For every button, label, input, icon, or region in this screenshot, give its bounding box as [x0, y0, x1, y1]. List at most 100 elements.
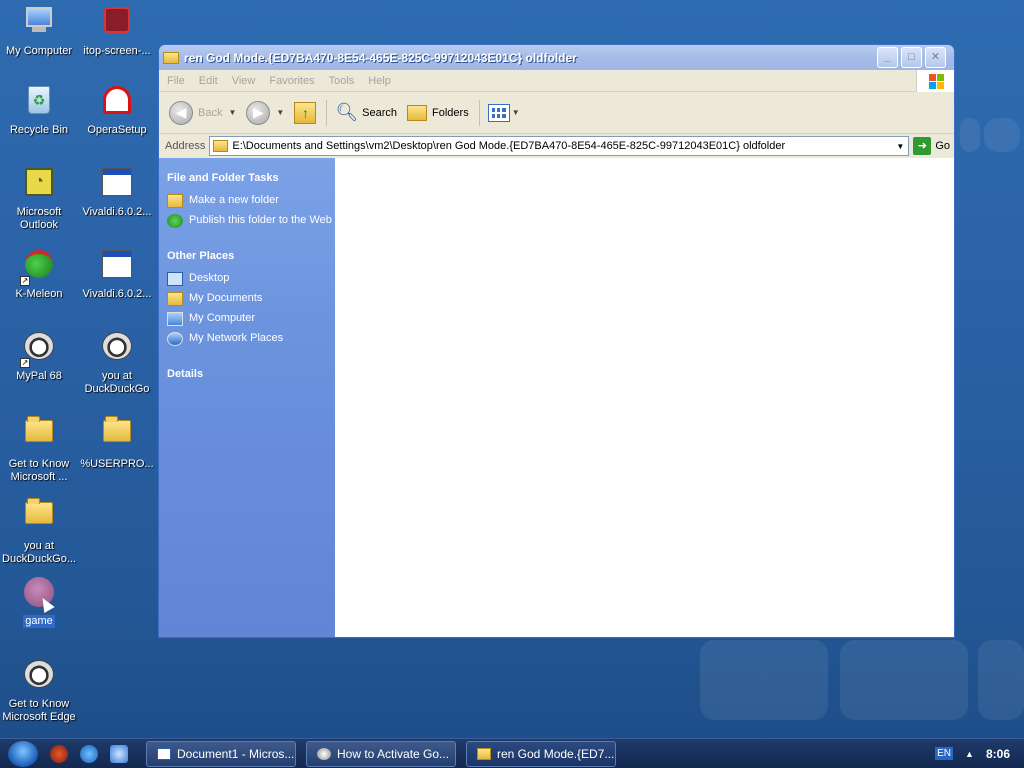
desktop-icon-label: Recycle Bin: [9, 124, 69, 136]
raccoon-icon: [22, 660, 56, 694]
word-document-icon: [157, 747, 171, 760]
window-content: File and Folder Tasks Make a new folder …: [159, 158, 954, 637]
desktop-icon-microsoft-outlook[interactable]: ◔ Microsoft Outlook: [0, 166, 78, 232]
desktop-icon-label: Vivaldi.6.0.2...: [82, 288, 152, 300]
menu-bar: File Edit View Favorites Tools Help: [159, 70, 954, 92]
address-input[interactable]: E:\Documents and Settings\vm2\Desktop\re…: [209, 136, 910, 156]
desktop-icon-label: MyPal 68: [16, 370, 62, 382]
recycle-bin-icon: ♻: [22, 86, 56, 120]
task-make-new-folder[interactable]: Make a new folder: [167, 194, 335, 208]
up-arrow-icon: ↑: [294, 101, 317, 124]
desktop-icon-label: itop-screen-...: [83, 45, 151, 57]
close-button[interactable]: ✕: [925, 47, 946, 68]
section-title[interactable]: Other Places: [167, 250, 335, 262]
menu-tools[interactable]: Tools: [329, 75, 355, 87]
task-label: Make a new folder: [189, 194, 279, 206]
folders-button[interactable]: Folders: [407, 104, 469, 121]
desktop-icon-label: OperaSetup: [87, 124, 147, 136]
search-button[interactable]: 🔍︎ Search: [335, 102, 397, 123]
computer-icon: [167, 312, 183, 326]
folders-label: Folders: [432, 106, 469, 119]
section-title[interactable]: Details: [167, 368, 335, 380]
chevron-down-icon[interactable]: ▼: [228, 108, 236, 117]
folder-icon: [100, 416, 134, 454]
chevron-down-icon[interactable]: ▼: [892, 142, 908, 151]
publish-web-icon: [167, 214, 183, 228]
documents-icon: [167, 292, 183, 306]
task-pane: File and Folder Tasks Make a new folder …: [159, 158, 335, 637]
internet-explorer-icon[interactable]: [80, 744, 98, 763]
explorer-window: ren God Mode.{ED7BA470-8E54-465E-825C-99…: [158, 44, 955, 638]
chevron-up-icon[interactable]: ▲: [965, 749, 974, 759]
maximize-button[interactable]: □: [901, 47, 922, 68]
task-label: ren God Mode.{ED7...: [497, 746, 615, 761]
taskbar-task-how-to-activate[interactable]: How to Activate Go...: [306, 740, 456, 767]
system-tray: EN ▲ 8:06: [935, 747, 1024, 761]
forward-button[interactable]: ▶ ▼: [246, 100, 284, 125]
place-label: My Network Places: [189, 332, 284, 344]
desktop-icon-vivaldi-1[interactable]: Vivaldi.6.0.2...: [78, 166, 156, 219]
title-bar[interactable]: ren God Mode.{ED7BA470-8E54-465E-825C-99…: [159, 45, 954, 70]
desktop-icon-you-at-duckduckgo-folder[interactable]: you at DuckDuckGo...: [0, 494, 78, 566]
minimize-button[interactable]: _: [877, 47, 898, 68]
chevron-down-icon[interactable]: ▼: [512, 108, 520, 117]
desktop-icon-label: Microsoft Outlook: [16, 206, 62, 231]
desktop-icon-label: Vivaldi.6.0.2...: [82, 206, 152, 218]
place-label: My Computer: [189, 312, 256, 324]
language-indicator[interactable]: EN: [935, 747, 954, 760]
go-arrow-icon: ➜: [913, 137, 932, 155]
views-button[interactable]: ▼: [487, 103, 520, 122]
desktop-icon-label: you at DuckDuckGo...: [2, 540, 76, 565]
start-button[interactable]: [8, 740, 38, 767]
desktop-icon-itop-screen[interactable]: itop-screen-...: [78, 4, 156, 58]
background-tile: [840, 640, 968, 720]
desktop-icon-label: you at DuckDuckGo: [84, 370, 150, 395]
desktop-icon-recycle-bin[interactable]: ♻ Recycle Bin: [0, 84, 78, 137]
desktop-icon-you-at-duckduckgo[interactable]: you at DuckDuckGo: [78, 330, 156, 396]
desktop-icon-get-to-know-microsoft[interactable]: Get to Know Microsoft ...: [0, 412, 78, 484]
section-title[interactable]: File and Folder Tasks: [167, 172, 335, 184]
menu-file[interactable]: File: [167, 75, 185, 87]
desktop-icon-userprofile[interactable]: %USERPRO...: [78, 412, 156, 471]
folder-icon: [163, 51, 179, 64]
place-my-network-places[interactable]: My Network Places: [167, 332, 335, 346]
file-list-area[interactable]: [335, 158, 954, 637]
search-icon: 🔍︎: [335, 102, 359, 122]
place-my-documents[interactable]: My Documents: [167, 292, 335, 306]
task-publish-folder[interactable]: Publish this folder to the Web: [167, 214, 335, 228]
desktop-icon-k-meleon[interactable]: ↗ K-Meleon: [0, 248, 78, 301]
k-meleon-icon: ↗: [20, 250, 56, 286]
back-button[interactable]: ◀ Back ▼: [169, 100, 236, 125]
taskbar-task-explorer[interactable]: ren God Mode.{ED7...: [466, 740, 616, 767]
menu-help[interactable]: Help: [368, 75, 391, 87]
task-label: Document1 - Micros...: [177, 746, 295, 761]
go-button[interactable]: ➜ Go: [913, 137, 950, 155]
toolbar-separator: [326, 99, 328, 126]
desktop-icon-opera-setup[interactable]: OperaSetup: [78, 84, 156, 137]
settings-icon[interactable]: [110, 744, 128, 763]
background-tile: [700, 640, 828, 720]
chevron-down-icon[interactable]: ▼: [276, 108, 284, 117]
network-icon: [167, 332, 183, 346]
desktop-icon-label: K-Meleon: [15, 288, 63, 300]
desktop-icon-mypal[interactable]: ↗ MyPal 68: [0, 330, 78, 383]
place-my-computer[interactable]: My Computer: [167, 312, 335, 326]
menu-view[interactable]: View: [232, 75, 256, 87]
menu-favorites[interactable]: Favorites: [269, 75, 314, 87]
clock[interactable]: 8:06: [986, 747, 1010, 761]
up-folder-button[interactable]: ↑: [294, 101, 317, 124]
desktop-icon-my-computer[interactable]: My Computer: [0, 4, 78, 58]
taskbar-task-document1[interactable]: Document1 - Micros...: [146, 740, 296, 767]
computer-icon: [22, 7, 56, 41]
place-desktop[interactable]: Desktop: [167, 272, 335, 286]
window-title: ren God Mode.{ED7BA470-8E54-465E-825C-99…: [184, 50, 577, 65]
back-arrow-icon: ◀: [169, 100, 193, 125]
windows-logo-icon: [916, 70, 954, 92]
raccoon-icon: [100, 332, 134, 366]
folder-icon: [477, 747, 491, 760]
folder-icon: [213, 140, 229, 152]
browser-icon[interactable]: [50, 744, 68, 763]
desktop-icon-get-to-know-microsoft-edge[interactable]: Get to Know Microsoft Edge: [0, 658, 78, 724]
desktop-icon-vivaldi-2[interactable]: Vivaldi.6.0.2...: [78, 248, 156, 301]
menu-edit[interactable]: Edit: [199, 75, 218, 87]
